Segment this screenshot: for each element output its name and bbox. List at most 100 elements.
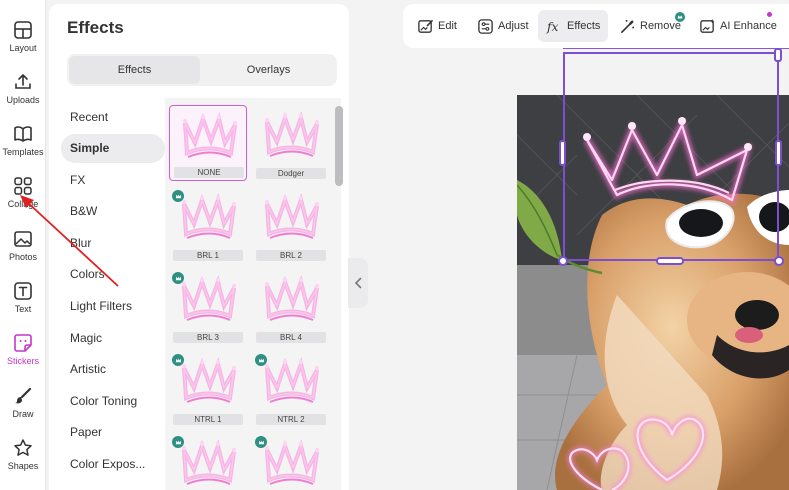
premium-badge: [172, 436, 184, 448]
premium-badge: [172, 354, 184, 366]
collage-icon: [14, 177, 32, 195]
rail-label: Stickers: [6, 356, 39, 366]
ai-enhance-button[interactable]: AI Enhance: [695, 10, 781, 42]
remove-label: Remove: [640, 20, 681, 32]
panel-title: Effects: [67, 18, 124, 37]
effect-tile[interactable]: BRL 2: [252, 187, 330, 263]
rail-label: Photos: [8, 252, 38, 262]
rail-item-text[interactable]: Text: [0, 277, 45, 327]
effects-panel: Effects Effects Overlays Recent Simple F…: [49, 4, 349, 490]
crown-icon: [677, 15, 683, 19]
grid-scrollbar[interactable]: [335, 106, 343, 186]
category-blur[interactable]: Blur: [61, 228, 165, 257]
category-color-toning[interactable]: Color Toning: [61, 386, 165, 415]
crown-icon: [175, 357, 181, 362]
category-magic[interactable]: Magic: [61, 323, 165, 352]
new-indicator-dot: [767, 12, 772, 17]
rail-item-photos[interactable]: Photos: [0, 225, 45, 275]
category-color-exposure[interactable]: Color Expos...: [61, 450, 165, 479]
category-list: Recent Simple FX B&W Blur Colors Light F…: [61, 102, 165, 481]
rail-label: Text: [14, 304, 32, 314]
resize-handle-right[interactable]: [775, 140, 782, 166]
fx-icon: fx: [546, 20, 558, 34]
effect-tile-label: BRL 4: [256, 332, 326, 343]
resize-handle-left[interactable]: [559, 140, 566, 166]
effect-tile-label: NONE: [174, 167, 244, 178]
effect-tile-label: NTRL 2: [256, 414, 326, 425]
effects-label: Effects: [567, 20, 601, 32]
effect-tile[interactable]: BRL 4: [252, 269, 330, 345]
rail-item-uploads[interactable]: Uploads: [0, 68, 45, 118]
rail-item-draw[interactable]: Draw: [0, 382, 45, 432]
svg-text:fx: fx: [546, 20, 558, 34]
magic-eraser-icon: [620, 19, 635, 33]
adjust-label: Adjust: [498, 20, 529, 32]
effect-tile-label: BRL 3: [173, 332, 243, 343]
resize-handle-bottom-left[interactable]: [558, 256, 568, 266]
rail-label: Shapes: [7, 461, 39, 471]
rail-item-layout[interactable]: Layout: [0, 16, 45, 66]
top-toolbar: Edit Adjust fx Effects Remove AI Enhance: [403, 4, 789, 48]
effect-grid: NONE Dodger BRL 1 BRL 2 BRL 3 BRL 4 NTRL 1 NTRL…: [165, 98, 341, 490]
effect-tile[interactable]: [252, 433, 330, 490]
sliders-icon: [478, 18, 493, 34]
rail-label: Uploads: [6, 95, 40, 105]
category-bw[interactable]: B&W: [61, 197, 165, 226]
category-fx[interactable]: FX: [61, 165, 165, 194]
crown-icon: [258, 357, 264, 362]
tab-overlays[interactable]: Overlays: [202, 56, 335, 84]
crown-icon: [175, 275, 181, 280]
resize-handle-bottom-right[interactable]: [774, 256, 784, 266]
effect-tile[interactable]: Dodger: [252, 105, 330, 181]
resize-handle-top-right[interactable]: [774, 48, 782, 62]
category-recent[interactable]: Recent: [61, 102, 165, 131]
effects-button[interactable]: fx Effects: [538, 10, 609, 42]
edit-image-icon: [418, 19, 433, 33]
effect-tile[interactable]: NTRL 1: [169, 351, 247, 427]
crown-preview: [264, 111, 320, 157]
tab-effects[interactable]: Effects: [69, 56, 200, 84]
templates-icon: [14, 126, 32, 142]
sticker-selection-box[interactable]: [563, 52, 779, 261]
chevron-left-icon: [354, 277, 361, 289]
premium-badge: [172, 272, 184, 284]
effect-tile[interactable]: [169, 433, 247, 490]
rail-label: Collage: [7, 199, 39, 209]
star-icon: [14, 439, 32, 456]
crown-icon: [175, 439, 181, 444]
ai-enhance-icon: [700, 18, 715, 33]
rail-label: Templates: [2, 147, 44, 157]
effect-tile[interactable]: BRL 3: [169, 269, 247, 345]
effect-tile[interactable]: NTRL 2: [252, 351, 330, 427]
rail-item-templates[interactable]: Templates: [0, 120, 45, 170]
crown-icon: [258, 439, 264, 444]
crown-preview: [264, 275, 320, 321]
rail-item-stickers[interactable]: Stickers: [0, 329, 45, 379]
rail-label: Layout: [9, 43, 37, 53]
effect-tile-label: Dodger: [256, 168, 326, 179]
selection-guide-line: [563, 48, 789, 49]
effect-tile[interactable]: NONE: [169, 105, 247, 181]
effect-tile[interactable]: BRL 1: [169, 187, 247, 263]
remove-button[interactable]: Remove: [615, 10, 685, 42]
photos-icon: [14, 231, 32, 247]
category-simple[interactable]: Simple: [61, 133, 165, 163]
category-light-filters[interactable]: Light Filters: [61, 292, 165, 321]
crown-preview: [264, 193, 320, 239]
category-paper[interactable]: Paper: [61, 418, 165, 447]
edit-button[interactable]: Edit: [413, 10, 461, 42]
ai-enhance-label: AI Enhance: [720, 20, 777, 32]
rail-item-shapes[interactable]: Shapes: [0, 434, 45, 484]
collapse-panel-button[interactable]: [348, 258, 368, 308]
rail-item-collage[interactable]: Collage: [0, 172, 45, 222]
category-colors[interactable]: Colors: [61, 260, 165, 289]
edit-label: Edit: [438, 20, 457, 32]
effect-tile-label: BRL 2: [256, 250, 326, 261]
resize-handle-bottom[interactable]: [656, 257, 684, 265]
effect-tile-label: NTRL 1: [173, 414, 243, 425]
premium-badge: [255, 354, 267, 366]
adjust-button[interactable]: Adjust: [473, 10, 533, 42]
category-artistic[interactable]: Artistic: [61, 355, 165, 384]
panel-tab-switch: Effects Overlays: [67, 54, 337, 86]
text-icon: [14, 282, 32, 300]
